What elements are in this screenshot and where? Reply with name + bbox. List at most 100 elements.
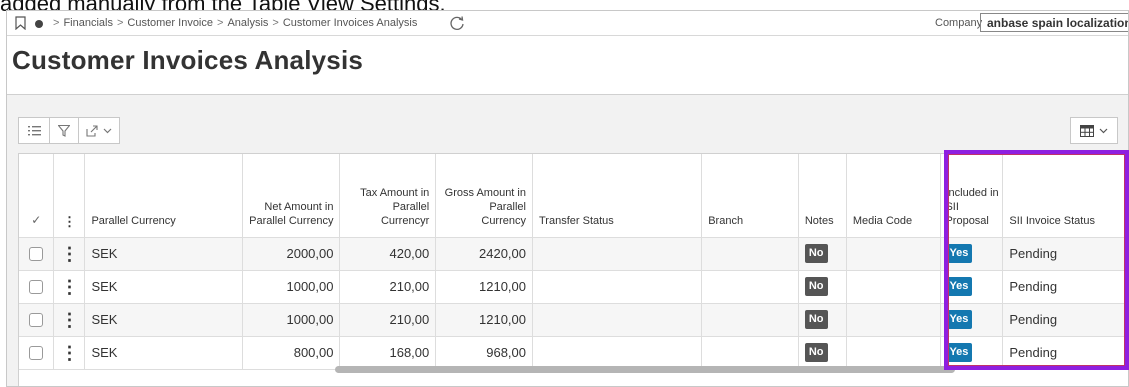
row-select-cell[interactable] bbox=[19, 336, 55, 370]
breadcrumb-separator: > bbox=[217, 17, 224, 29]
column-header-branch[interactable]: Branch bbox=[701, 154, 799, 238]
row-checkbox[interactable] bbox=[29, 279, 44, 294]
breadcrumb-item-financials[interactable]: Financials bbox=[63, 17, 113, 29]
table-row[interactable]: ⋮ SEK 1000,00 210,00 1210,00 No Yes Pend… bbox=[19, 270, 1128, 304]
kebab-menu-icon[interactable]: ⋮ bbox=[60, 311, 78, 329]
cell-notes: No bbox=[798, 270, 847, 304]
column-header-tax-amount[interactable]: Tax Amount in Parallel Currencyr bbox=[339, 154, 437, 238]
row-checkbox[interactable] bbox=[29, 345, 44, 360]
kebab-menu-icon[interactable]: ⋮ bbox=[60, 278, 78, 296]
row-menu-cell[interactable]: ⋮ bbox=[53, 336, 86, 370]
company-selector[interactable]: anbase spain localization bbox=[980, 13, 1128, 32]
filter-button[interactable] bbox=[50, 118, 79, 143]
chevron-down-icon bbox=[103, 128, 112, 133]
navigator-dot-icon[interactable] bbox=[35, 20, 43, 28]
cell-transfer-status bbox=[532, 303, 703, 337]
details-list-icon bbox=[27, 126, 41, 136]
row-select-cell[interactable] bbox=[19, 270, 55, 304]
invoices-table: ✓ ⋮ Parallel Currency Net Amount in Para… bbox=[19, 154, 1128, 370]
select-all-column[interactable]: ✓ bbox=[19, 154, 55, 238]
row-checkbox[interactable] bbox=[29, 246, 44, 261]
column-header-included-in-sii-proposal[interactable]: Included in SII Proposal bbox=[940, 154, 1004, 238]
cell-branch bbox=[701, 303, 799, 337]
cell-branch bbox=[701, 336, 799, 370]
column-header-gross-amount[interactable]: Gross Amount in Parallel Currency bbox=[435, 154, 533, 238]
check-icon: ✓ bbox=[31, 212, 42, 227]
included-badge: Yes bbox=[945, 277, 973, 296]
cell-net-amount: 800,00 bbox=[242, 336, 341, 370]
cell-tax-amount: 420,00 bbox=[339, 237, 437, 271]
cell-included-in-sii: Yes bbox=[940, 303, 1004, 337]
navbar: > Financials > Customer Invoice > Analysis > Cu… bbox=[7, 11, 1128, 36]
filter-icon bbox=[58, 124, 70, 137]
horizontal-scrollbar[interactable] bbox=[335, 366, 955, 373]
breadcrumb: > Financials > Customer Invoice > Analysis > Cu… bbox=[49, 17, 417, 29]
cell-included-in-sii: Yes bbox=[940, 336, 1004, 370]
breadcrumb-item-analysis[interactable]: Analysis bbox=[227, 17, 268, 29]
row-menu-cell[interactable]: ⋮ bbox=[53, 237, 86, 271]
table-row[interactable]: ⋮ SEK 800,00 168,00 968,00 No Yes Pendin… bbox=[19, 336, 1128, 370]
content-panel: ✓ ⋮ Parallel Currency Net Amount in Para… bbox=[7, 94, 1128, 386]
column-header-notes[interactable]: Notes bbox=[798, 154, 847, 238]
cell-net-amount: 2000,00 bbox=[242, 237, 341, 271]
cell-tax-amount: 168,00 bbox=[339, 336, 437, 370]
included-badge: Yes bbox=[945, 310, 973, 329]
row-select-cell[interactable] bbox=[19, 303, 55, 337]
cell-branch bbox=[701, 237, 799, 271]
column-header-transfer-status[interactable]: Transfer Status bbox=[532, 154, 703, 238]
cell-gross-amount: 2420,00 bbox=[435, 237, 533, 271]
column-header-net-amount[interactable]: Net Amount in Parallel Currency bbox=[242, 154, 341, 238]
notes-badge: No bbox=[804, 343, 828, 362]
cell-tax-amount: 210,00 bbox=[339, 303, 437, 337]
column-header-media-code[interactable]: Media Code bbox=[846, 154, 942, 238]
breadcrumb-item-current: Customer Invoices Analysis bbox=[282, 17, 418, 29]
kebab-menu-icon[interactable]: ⋮ bbox=[60, 245, 78, 263]
bookmark-icon[interactable] bbox=[15, 16, 26, 30]
cell-parallel-currency: SEK bbox=[84, 336, 243, 370]
cell-sii-status: Pending bbox=[1002, 336, 1128, 370]
notes-badge: No bbox=[804, 244, 828, 263]
cell-parallel-currency: SEK bbox=[84, 270, 243, 304]
kebab-menu-icon[interactable]: ⋮ bbox=[60, 344, 78, 362]
row-menu-cell[interactable]: ⋮ bbox=[53, 270, 86, 304]
breadcrumb-separator: > bbox=[53, 17, 60, 29]
cell-parallel-currency: SEK bbox=[84, 303, 243, 337]
cell-included-in-sii: Yes bbox=[940, 270, 1004, 304]
cell-media-code bbox=[846, 303, 942, 337]
cell-media-code bbox=[846, 237, 942, 271]
cell-transfer-status bbox=[532, 336, 703, 370]
header-row: ✓ ⋮ Parallel Currency Net Amount in Para… bbox=[19, 154, 1128, 238]
cell-tax-amount: 210,00 bbox=[339, 270, 437, 304]
data-grid: ✓ ⋮ Parallel Currency Net Amount in Para… bbox=[18, 153, 1128, 386]
cell-net-amount: 1000,00 bbox=[242, 303, 341, 337]
details-button[interactable] bbox=[19, 118, 50, 143]
cell-gross-amount: 1210,00 bbox=[435, 270, 533, 304]
table-row[interactable]: ⋮ SEK 2000,00 420,00 2420,00 No Yes Pend… bbox=[19, 237, 1128, 271]
row-menu-cell[interactable]: ⋮ bbox=[53, 303, 86, 337]
column-header-parallel-currency[interactable]: Parallel Currency bbox=[84, 154, 243, 238]
notes-badge: No bbox=[804, 277, 828, 296]
breadcrumb-separator: > bbox=[272, 17, 279, 29]
company-label: Company bbox=[935, 17, 983, 29]
table-view-icon bbox=[1080, 124, 1094, 137]
cell-sii-status: Pending bbox=[1002, 237, 1128, 271]
cell-transfer-status bbox=[532, 270, 703, 304]
table-row[interactable]: ⋮ SEK 1000,00 210,00 1210,00 No Yes Pend… bbox=[19, 303, 1128, 337]
export-button[interactable] bbox=[79, 118, 119, 143]
refresh-icon[interactable] bbox=[449, 15, 465, 31]
cell-notes: No bbox=[798, 237, 847, 271]
breadcrumb-item-customer-invoice[interactable]: Customer Invoice bbox=[127, 17, 213, 29]
table-view-button[interactable] bbox=[1070, 117, 1118, 144]
app-window: > Financials > Customer Invoice > Analysis > Cu… bbox=[6, 10, 1129, 387]
cell-media-code bbox=[846, 336, 942, 370]
cell-transfer-status bbox=[532, 237, 703, 271]
column-header-sii-invoice-status[interactable]: SII Invoice Status bbox=[1002, 154, 1128, 238]
row-actions-column[interactable]: ⋮ bbox=[53, 154, 86, 238]
included-badge: Yes bbox=[945, 244, 973, 263]
cell-gross-amount: 1210,00 bbox=[435, 303, 533, 337]
row-checkbox[interactable] bbox=[29, 312, 44, 327]
export-icon bbox=[86, 124, 98, 137]
chevron-down-icon bbox=[1099, 128, 1108, 133]
screenshot-stage: added manually from the Table View Setti… bbox=[0, 0, 1129, 387]
row-select-cell[interactable] bbox=[19, 237, 55, 271]
